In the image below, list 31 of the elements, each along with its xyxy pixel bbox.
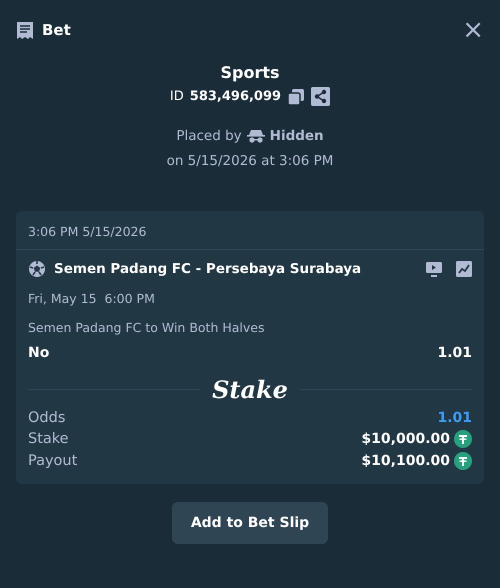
- detail-value: $10,000.00: [361, 431, 450, 447]
- placed-date: on 5/15/2026 at 3:06 PM: [166, 153, 334, 169]
- bet-category: Sports: [220, 63, 280, 82]
- share-button[interactable]: [311, 87, 330, 106]
- outcome-name: No: [28, 345, 50, 361]
- incognito-icon: [246, 129, 265, 143]
- coin-icon: [454, 430, 472, 448]
- close-button[interactable]: ×: [462, 20, 484, 40]
- copy-button[interactable]: [287, 88, 306, 106]
- outcome-odds: 1.01: [437, 345, 472, 361]
- receipt-icon: [16, 20, 34, 40]
- add-to-bet-slip-button[interactable]: Add to Bet Slip: [172, 502, 328, 544]
- bet-id: 583,496,099: [190, 89, 282, 104]
- soccer-ball-icon: [28, 260, 46, 278]
- detail-label: Odds: [28, 410, 66, 426]
- market-name: Semen Padang FC to Win Both Halves: [28, 320, 264, 335]
- event-name: Semen Padang FC - Persebaya Surabaya: [54, 261, 362, 277]
- user-name: Hidden: [270, 128, 324, 144]
- bet-timestamp: 3:06 PM 5/15/2026: [28, 224, 146, 239]
- detail-label: Stake: [28, 431, 69, 447]
- coin-icon: [454, 452, 472, 470]
- event-time: Fri, May 15 6:00 PM: [28, 291, 155, 306]
- live-stream-button[interactable]: [426, 262, 442, 276]
- detail-value: 1.01: [437, 410, 472, 426]
- detail-value: $10,100.00: [361, 453, 450, 469]
- brand-logo: Stake: [212, 375, 288, 404]
- detail-label: Payout: [28, 453, 78, 469]
- id-label: ID: [170, 89, 184, 104]
- dialog-title: Bet: [42, 21, 72, 39]
- placed-by-label: Placed by: [176, 128, 242, 144]
- stats-button[interactable]: [456, 261, 472, 277]
